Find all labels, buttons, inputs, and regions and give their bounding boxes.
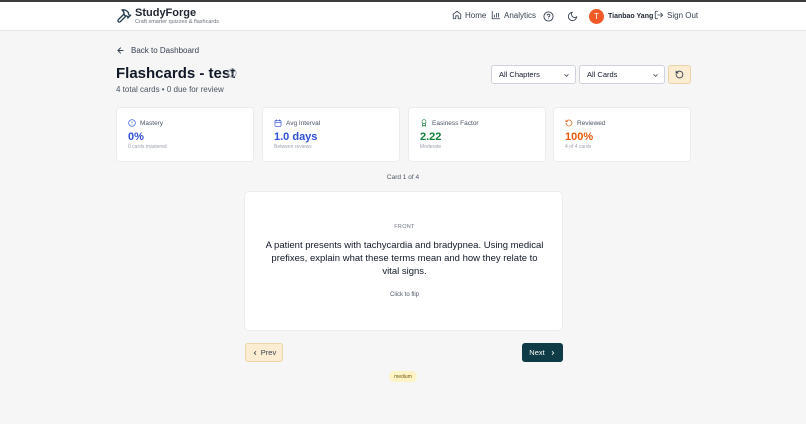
stat-description: 0 cards mastered bbox=[128, 144, 167, 150]
back-to-dashboard-link[interactable]: Back to Dashboard bbox=[116, 46, 199, 55]
refresh-icon bbox=[675, 70, 684, 79]
stat-label: Avg Interval bbox=[286, 119, 321, 127]
user-name[interactable]: Tianbao Yang bbox=[608, 13, 653, 20]
sign-out-label: Sign Out bbox=[667, 10, 699, 20]
nav-analytics[interactable]: Analytics bbox=[491, 10, 536, 20]
nav-home[interactable]: Home bbox=[452, 10, 486, 20]
prev-label: Prev bbox=[260, 348, 277, 357]
next-label: Next bbox=[529, 348, 545, 357]
chapter-select-value: All Chapters bbox=[499, 70, 540, 79]
award-icon bbox=[421, 119, 427, 127]
page-subtitle: 4 total cards • 0 due for review bbox=[116, 85, 224, 94]
calendar-icon bbox=[274, 119, 282, 127]
flip-hint: Click to flip bbox=[389, 292, 419, 298]
cards-filter-value: All Cards bbox=[587, 70, 618, 79]
card-counter: Card 1 of 4 bbox=[386, 174, 420, 181]
moon-icon[interactable] bbox=[567, 11, 578, 22]
brand-tagline: Craft smarter quizzes & flashcards bbox=[135, 19, 220, 25]
page-title: Flashcards - test bbox=[116, 65, 236, 82]
help-circle-icon[interactable] bbox=[543, 11, 554, 22]
stat-value: 0% bbox=[128, 131, 144, 143]
stat-card-easiness: Easiness Factor 2.22 Moderate bbox=[408, 107, 546, 162]
stat-card-reviewed: Reviewed 100% 4 of 4 cards bbox=[553, 107, 691, 162]
stat-description: Moderate bbox=[420, 144, 442, 150]
nav-analytics-label: Analytics bbox=[504, 10, 537, 20]
prev-button[interactable]: Prev bbox=[245, 343, 283, 362]
difficulty-badge: medium bbox=[389, 371, 417, 382]
stat-label: Mastery bbox=[140, 119, 164, 127]
user-avatar[interactable]: T bbox=[589, 9, 604, 24]
sign-out-button[interactable]: Sign Out bbox=[654, 10, 698, 20]
nav-home-label: Home bbox=[465, 10, 487, 20]
target-icon bbox=[128, 119, 136, 127]
top-navbar: StudyForge Craft smarter quizzes & flash… bbox=[0, 2, 806, 31]
rotate-icon bbox=[565, 119, 573, 127]
chevron-down-icon bbox=[653, 74, 658, 77]
bar-chart-icon bbox=[491, 10, 501, 20]
back-label: Back to Dashboard bbox=[131, 46, 200, 55]
flashcard[interactable]: FRONT A patient presents with tachycardi… bbox=[244, 191, 563, 331]
stat-description: 4 of 4 cards bbox=[565, 144, 592, 150]
stat-label: Easiness Factor bbox=[432, 119, 479, 127]
stat-label: Reviewed bbox=[577, 119, 606, 127]
brand-name[interactable]: StudyForge bbox=[135, 7, 196, 19]
stat-value: 100% bbox=[565, 131, 594, 143]
stat-value: 1.0 days bbox=[274, 131, 318, 143]
card-question: A patient presents with tachycardia and … bbox=[265, 240, 544, 277]
chevron-left-icon bbox=[253, 350, 256, 355]
home-icon bbox=[452, 10, 462, 20]
log-out-icon bbox=[654, 10, 664, 20]
chevron-down-icon bbox=[564, 74, 569, 77]
stat-description: Between reviews bbox=[274, 144, 312, 150]
stat-value: 2.22 bbox=[420, 131, 442, 143]
refresh-button[interactable] bbox=[668, 65, 691, 84]
card-side-label: FRONT bbox=[394, 224, 415, 230]
stat-card-avg-interval: Avg Interval 1.0 days Between reviews bbox=[262, 107, 400, 162]
info-icon[interactable] bbox=[227, 68, 237, 78]
cards-filter-select[interactable]: All Cards bbox=[579, 65, 665, 84]
hammer-logo-icon[interactable] bbox=[116, 8, 132, 24]
next-button[interactable]: Next bbox=[522, 343, 563, 362]
chapter-select[interactable]: All Chapters bbox=[491, 65, 576, 84]
chevron-right-icon bbox=[551, 350, 554, 355]
arrow-left-icon bbox=[117, 47, 124, 54]
stat-card-mastery: Mastery 0% 0 cards mastered bbox=[116, 107, 254, 162]
